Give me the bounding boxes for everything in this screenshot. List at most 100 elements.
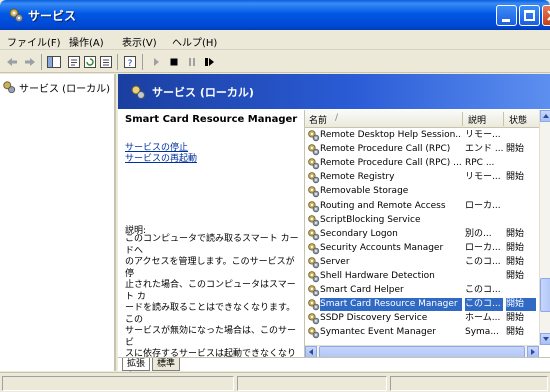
maximize-button[interactable] xyxy=(519,5,540,26)
service-row[interactable]: Smart Card Resource Manager このコ... 開始 xyxy=(305,298,539,312)
service-description-cell: このコ... xyxy=(465,285,501,296)
service-name-cell: Remote Desktop Help Session... xyxy=(320,130,462,140)
pause-service-icon[interactable] xyxy=(184,54,200,70)
service-row[interactable]: Smart Card Helper このコ... xyxy=(305,284,539,297)
service-gear-icon xyxy=(307,256,320,269)
show-hide-console-tree-icon[interactable] xyxy=(46,54,62,70)
service-description-cell: ローカ... xyxy=(465,200,501,211)
horizontal-scrollbar[interactable] xyxy=(305,345,539,357)
service-gear-icon xyxy=(307,298,320,311)
service-row[interactable]: SSDP Discovery Service ホーム... 開始 xyxy=(305,312,539,325)
service-gear-icon xyxy=(307,284,320,297)
service-status-cell: 開始 xyxy=(506,271,525,281)
service-gear-icon xyxy=(307,214,320,227)
description-line: ードを読み取ることはできなくなります。この xyxy=(125,303,296,325)
back-arrow-icon[interactable] xyxy=(4,54,20,70)
status-cell xyxy=(390,376,548,391)
service-name-cell: Remote Procedure Call (RPC) xyxy=(320,144,451,155)
service-gear-icon xyxy=(307,242,320,255)
service-status-cell: 開始 xyxy=(506,256,525,267)
services-gear-icon xyxy=(131,85,145,99)
services-gear-icon xyxy=(9,8,23,22)
service-row[interactable]: Server このコ... 開始 xyxy=(305,256,539,269)
service-name-cell: Shell Hardware Detection xyxy=(320,271,435,281)
toolbar: ? xyxy=(0,51,550,73)
service-row[interactable]: Security Accounts Manager ローカ... 開始 xyxy=(305,242,539,255)
service-row[interactable]: Secondary Logon 別の... 開始 xyxy=(305,228,539,241)
service-status-cell: 開始 xyxy=(506,144,525,155)
service-name-cell: Server xyxy=(320,256,350,267)
service-row[interactable]: ScriptBlocking Service xyxy=(305,214,539,227)
column-divider[interactable] xyxy=(462,112,463,126)
service-row[interactable]: Remote Registry リモー... 開始 xyxy=(305,171,539,184)
service-row[interactable]: Remote Desktop Help Session... リモー... xyxy=(305,129,539,142)
service-description-cell: Syma... xyxy=(465,327,499,338)
tab-standard[interactable]: 標準 xyxy=(152,358,181,371)
service-description-cell: リモー... xyxy=(465,172,501,183)
status-cell xyxy=(237,376,387,391)
service-description-cell: このコ... xyxy=(465,256,501,267)
selected-service-name: Smart Card Resource Manager xyxy=(125,114,298,125)
service-status-cell: 開始 xyxy=(506,242,525,253)
menu-file[interactable]: ファイル(F) xyxy=(7,34,61,49)
menu-view[interactable]: 表示(V) xyxy=(122,34,157,49)
service-row[interactable]: Remote Procedure Call (RPC) ... RPC ... xyxy=(305,157,539,170)
close-button[interactable] xyxy=(542,5,550,26)
export-list-icon[interactable] xyxy=(98,54,114,70)
properties-icon[interactable] xyxy=(66,54,82,70)
service-row[interactable]: Routing and Remote Access ローカ... xyxy=(305,200,539,213)
menu-help[interactable]: ヘルプ(H) xyxy=(172,34,217,49)
service-row[interactable]: Symantec Event Manager Syma... 開始 xyxy=(305,326,539,339)
toolbar-separator xyxy=(41,54,42,70)
restart-service-icon[interactable] xyxy=(202,54,218,70)
service-description-cell: このコ... xyxy=(465,298,503,312)
service-row[interactable]: Remote Procedure Call (RPC) エンド ... 開始 xyxy=(305,143,539,156)
title-bar[interactable]: サービス xyxy=(0,0,550,30)
service-name-cell: Remote Procedure Call (RPC) ... xyxy=(320,158,462,169)
pane-title: サービス (ローカル) xyxy=(152,86,254,99)
window-title: サービス xyxy=(28,9,77,23)
service-name-cell: Secondary Logon xyxy=(320,228,398,239)
service-description-cell: エンド ... xyxy=(465,144,503,155)
scroll-left-icon xyxy=(309,349,313,355)
column-header-description[interactable]: 説明 xyxy=(468,113,486,126)
service-name-cell: Smart Card Resource Manager xyxy=(320,298,462,312)
maximize-icon xyxy=(524,10,535,21)
close-icon xyxy=(547,10,550,21)
horizontal-scroll-thumb[interactable] xyxy=(319,346,525,357)
minimize-button[interactable] xyxy=(496,5,517,26)
view-tabs: 拡張 標準 xyxy=(118,357,550,371)
service-gear-icon xyxy=(307,143,320,156)
menu-action[interactable]: 操作(A) xyxy=(69,34,104,49)
service-name-cell: Removable Storage xyxy=(320,186,409,197)
status-bar xyxy=(0,372,550,392)
scroll-right-icon xyxy=(531,349,535,355)
details-pane: サービス (ローカル) Smart Card Resource Manager … xyxy=(118,74,550,382)
tree-item-services-local[interactable]: サービス (ローカル) xyxy=(2,80,110,95)
scroll-up-button[interactable] xyxy=(540,110,550,122)
help-icon[interactable]: ? xyxy=(122,54,138,70)
description-line: このコンピュータで読み取るスマート カードへ xyxy=(125,234,299,256)
vertical-scroll-thumb[interactable] xyxy=(540,278,550,312)
service-row[interactable]: Removable Storage xyxy=(305,185,539,198)
start-service-icon[interactable] xyxy=(148,54,164,70)
scroll-down-button[interactable] xyxy=(540,333,550,345)
services-gear-icon xyxy=(3,81,16,94)
status-cell xyxy=(2,376,234,391)
stop-service-icon[interactable] xyxy=(166,54,182,70)
forward-arrow-icon[interactable] xyxy=(22,54,38,70)
service-gear-icon xyxy=(307,228,320,241)
tab-extended[interactable]: 拡張 xyxy=(122,358,151,371)
service-status-cell: 開始 xyxy=(506,313,525,324)
restart-service-link[interactable]: サービスの再起動 xyxy=(125,151,197,164)
refresh-icon[interactable] xyxy=(82,54,98,70)
scroll-left-button[interactable] xyxy=(305,346,317,357)
column-header-status[interactable]: 状態 xyxy=(509,113,527,126)
scroll-right-button[interactable] xyxy=(527,346,539,357)
console-tree: サービス (ローカル) xyxy=(0,74,116,371)
column-header-name[interactable]: 名前 xyxy=(309,113,327,126)
column-divider[interactable] xyxy=(503,112,504,126)
service-row[interactable]: Shell Hardware Detection 開始 xyxy=(305,270,539,283)
vertical-scrollbar[interactable] xyxy=(539,110,550,345)
service-status-cell: 開始 xyxy=(506,172,525,183)
